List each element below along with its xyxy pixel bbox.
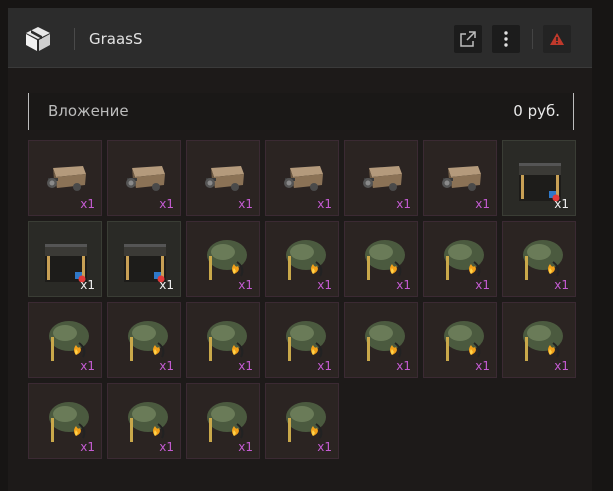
inventory-item-cart[interactable]: x1 <box>265 140 339 216</box>
item-quantity: x1 <box>317 197 332 211</box>
inventory-item-torch[interactable]: x1 <box>423 302 497 378</box>
inventory-item-cart[interactable]: x1 <box>344 140 418 216</box>
inventory-item-cart[interactable]: x1 <box>107 140 181 216</box>
more-options-button[interactable] <box>492 25 520 53</box>
inventory-item-cart[interactable]: x1 <box>186 140 260 216</box>
investment-value: 0 руб. <box>513 102 560 120</box>
seller-name[interactable]: GraasS <box>89 28 143 50</box>
inventory-item-torch[interactable]: x1 <box>344 302 418 378</box>
item-quantity: x1 <box>475 359 490 373</box>
item-quantity: x1 <box>396 359 411 373</box>
inventory-item-torch[interactable]: x1 <box>28 302 102 378</box>
warning-icon <box>550 33 564 45</box>
inventory-item-torch[interactable]: x1 <box>502 221 576 297</box>
item-quantity: x1 <box>554 359 569 373</box>
external-link-icon <box>460 31 476 47</box>
item-quantity: x1 <box>317 278 332 292</box>
inventory-item-cart[interactable]: x1 <box>423 140 497 216</box>
item-quantity: x1 <box>159 278 174 292</box>
item-quantity: x1 <box>80 278 95 292</box>
inventory-item-torch[interactable]: x1 <box>186 221 260 297</box>
header-divider <box>532 29 533 49</box>
inventory-item-torch[interactable]: x1 <box>265 221 339 297</box>
item-quantity: x1 <box>554 278 569 292</box>
report-button[interactable] <box>543 25 571 53</box>
item-quantity: x1 <box>238 278 253 292</box>
item-quantity: x1 <box>238 197 253 211</box>
items-grid: x1 x1 x1 x1 x1 x1 x1 x1 x1 x1 x1 x1 x1 x1 x1 x1 x1 x1 x1 x1… <box>28 140 578 460</box>
more-vertical-icon <box>504 31 508 47</box>
inventory-item-torch[interactable]: x1 <box>28 383 102 459</box>
inventory-item-torch[interactable]: x1 <box>265 383 339 459</box>
inventory-item-torch[interactable]: x1 <box>344 221 418 297</box>
inventory-item-torch[interactable]: x1 <box>186 383 260 459</box>
item-quantity: x1 <box>80 197 95 211</box>
inventory-item-torch[interactable]: x1 <box>186 302 260 378</box>
item-quantity: x1 <box>238 359 253 373</box>
item-quantity: x1 <box>396 197 411 211</box>
inventory-item-cart[interactable]: x1 <box>28 140 102 216</box>
item-quantity: x1 <box>396 278 411 292</box>
inventory-item-torch[interactable]: x1 <box>107 302 181 378</box>
item-quantity: x1 <box>317 440 332 454</box>
item-quantity: x1 <box>475 197 490 211</box>
item-quantity: x1 <box>80 440 95 454</box>
investment-bar: Вложение 0 руб. <box>28 93 574 130</box>
item-quantity: x1 <box>554 197 569 211</box>
inventory-item-chest[interactable]: x1 <box>502 140 576 216</box>
header-bar: GraasS <box>8 8 592 68</box>
inventory-item-torch[interactable]: x1 <box>423 221 497 297</box>
item-quantity: x1 <box>80 359 95 373</box>
item-quantity: x1 <box>159 197 174 211</box>
item-quantity: x1 <box>159 440 174 454</box>
trade-content: Вложение 0 руб. x1 x1 x1 x1 x1 x1 x1 x1 x1 x1 x1 x1… <box>8 68 592 491</box>
item-quantity: x1 <box>238 440 253 454</box>
item-quantity: x1 <box>317 359 332 373</box>
inventory-item-torch[interactable]: x1 <box>265 302 339 378</box>
item-quantity: x1 <box>475 278 490 292</box>
investment-label: Вложение <box>48 102 129 120</box>
inventory-item-chest[interactable]: x1 <box>107 221 181 297</box>
inventory-item-torch[interactable]: x1 <box>107 383 181 459</box>
open-external-button[interactable] <box>454 25 482 53</box>
item-quantity: x1 <box>159 359 174 373</box>
box-logo-icon <box>26 27 50 51</box>
inventory-item-chest[interactable]: x1 <box>28 221 102 297</box>
inventory-item-torch[interactable]: x1 <box>502 302 576 378</box>
header-divider <box>74 28 75 50</box>
